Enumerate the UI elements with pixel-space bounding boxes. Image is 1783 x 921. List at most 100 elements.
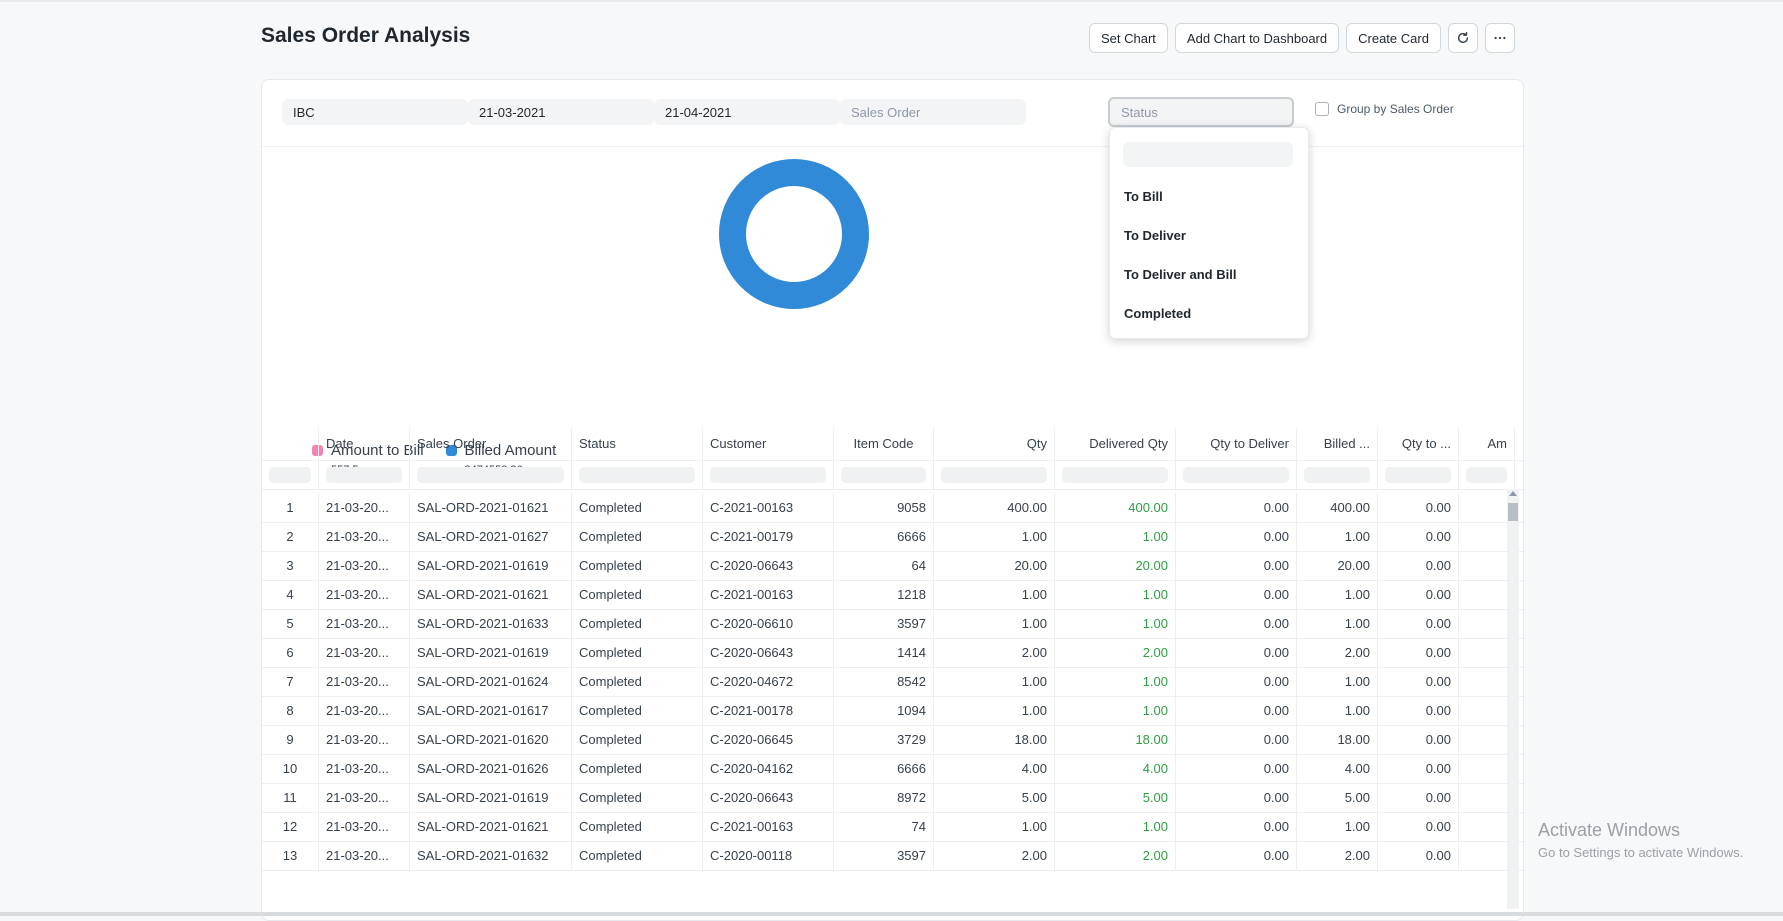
table-cell: 0.00 (1378, 812, 1459, 841)
row-index-cell: 1 (262, 493, 319, 522)
table-cell: SAL-ORD-2021-01619 (410, 783, 572, 812)
table-cell: C-2021-00163 (703, 493, 834, 522)
row-index-cell: 8 (262, 696, 319, 725)
table-cell: 2.00 (934, 638, 1055, 667)
table-cell: 0.00 (1176, 841, 1297, 870)
column-filter-input[interactable] (326, 466, 402, 483)
group-by-sales-order[interactable]: Group by Sales Order (1315, 102, 1454, 116)
column-filter-input[interactable] (841, 466, 926, 483)
table-cell: 21-03-20... (319, 696, 410, 725)
header-cell[interactable]: Qty to ... (1378, 427, 1459, 460)
table-vertical-scrollbar[interactable] (1507, 489, 1519, 909)
table-cell: Completed (572, 696, 703, 725)
to-date-filter[interactable]: 21-04-2021 (654, 99, 840, 125)
column-filter-input[interactable] (1385, 466, 1451, 483)
column-filter-input[interactable] (269, 466, 311, 483)
column-filter-input[interactable] (1183, 466, 1289, 483)
table-cell: 1.00 (934, 609, 1055, 638)
header-cell[interactable]: Item Code (834, 427, 934, 460)
column-filter-input[interactable] (941, 466, 1047, 483)
refresh-icon (1457, 31, 1469, 44)
table-row[interactable]: 1 21-03-20... SAL-ORD-2021-01621 Completed C… (262, 493, 1523, 523)
table-cell: 0.00 (1378, 609, 1459, 638)
column-filter-input[interactable] (1466, 466, 1507, 483)
table-cell: 1.00 (1297, 812, 1378, 841)
column-filter-input[interactable] (1062, 466, 1168, 483)
column-filter-cell (1055, 460, 1176, 489)
table-row[interactable]: 10 21-03-20... SAL-ORD-2021-01626 Completed… (262, 754, 1523, 784)
table-cell: 64 (834, 551, 934, 580)
header-cell[interactable]: Delivered Qty (1055, 427, 1176, 460)
header-cell[interactable]: Qty to Deliver (1176, 427, 1297, 460)
status-option-completed[interactable]: Completed (1124, 306, 1191, 321)
table-cell: 4.00 (1297, 754, 1378, 783)
scrollbar-thumb[interactable] (1508, 503, 1518, 521)
table-cell: 20.00 (1297, 551, 1378, 580)
table-cell: 1.00 (1297, 609, 1378, 638)
table-cell: 0.00 (1176, 725, 1297, 754)
status-option-to-bill[interactable]: To Bill (1124, 189, 1163, 204)
column-filter-input[interactable] (417, 466, 564, 483)
table-row[interactable]: 9 21-03-20... SAL-ORD-2021-01620 Completed C… (262, 725, 1523, 755)
table-cell: 2.00 (1297, 638, 1378, 667)
table-cell: Completed (572, 841, 703, 870)
table-row[interactable]: 7 21-03-20... SAL-ORD-2021-01624 Completed C… (262, 667, 1523, 697)
table-row[interactable]: 13 21-03-20... SAL-ORD-2021-01632 Completed… (262, 841, 1523, 871)
table-cell: 21-03-20... (319, 609, 410, 638)
donut-slice[interactable] (719, 159, 869, 309)
status-option-to-deliver[interactable]: To Deliver (1124, 228, 1186, 243)
row-index-cell: 5 (262, 609, 319, 638)
status-dropdown-search[interactable] (1123, 142, 1293, 167)
header-cell[interactable]: Customer (703, 427, 834, 460)
row-index-cell: 3 (262, 551, 319, 580)
table-row[interactable]: 8 21-03-20... SAL-ORD-2021-01617 Completed C… (262, 696, 1523, 726)
table-cell: SAL-ORD-2021-01633 (410, 609, 572, 638)
table-cell: 0.00 (1378, 493, 1459, 522)
status-option-to-deliver-and-bill[interactable]: To Deliver and Bill (1124, 267, 1236, 282)
sales-order-filter[interactable]: Sales Order (840, 99, 1026, 125)
set-chart-button[interactable]: Set Chart (1089, 23, 1168, 53)
column-filter-cell (1459, 460, 1515, 489)
table-cell: 1094 (834, 696, 934, 725)
header-cell[interactable]: Qty (934, 427, 1055, 460)
table-cell: 1.00 (1297, 522, 1378, 551)
table-row[interactable]: 11 21-03-20... SAL-ORD-2021-01619 Completed… (262, 783, 1523, 813)
create-card-button[interactable]: Create Card (1346, 23, 1441, 53)
add-chart-to-dashboard-button[interactable]: Add Chart to Dashboard (1174, 23, 1340, 53)
table-cell: 20.00 (934, 551, 1055, 580)
header-cell[interactable]: Date (319, 427, 410, 460)
refresh-button[interactable] (1447, 23, 1478, 53)
header-cell[interactable]: Sales Order (410, 427, 572, 460)
table-cell: 0.00 (1378, 551, 1459, 580)
table-cell: 21-03-20... (319, 841, 410, 870)
scroll-up-arrow-icon[interactable] (1509, 491, 1517, 496)
table-row[interactable]: 4 21-03-20... SAL-ORD-2021-01621 Completed C… (262, 580, 1523, 610)
table-row[interactable]: 3 21-03-20... SAL-ORD-2021-01619 Completed C… (262, 551, 1523, 581)
table-cell: 0.00 (1378, 754, 1459, 783)
table-cell: 0.00 (1176, 551, 1297, 580)
table-cell: SAL-ORD-2021-01624 (410, 667, 572, 696)
table-cell: 74 (834, 812, 934, 841)
table-cell: 2.00 (934, 841, 1055, 870)
table-row[interactable]: 12 21-03-20... SAL-ORD-2021-01621 Completed… (262, 812, 1523, 842)
table-cell: 1.00 (1055, 522, 1176, 551)
more-actions-button[interactable] (1484, 23, 1515, 53)
table-cell: 1.00 (934, 696, 1055, 725)
column-filter-input[interactable] (710, 466, 826, 483)
group-by-checkbox[interactable] (1315, 102, 1329, 116)
table-row[interactable]: 6 21-03-20... SAL-ORD-2021-01619 Completed C… (262, 638, 1523, 668)
column-filter-input[interactable] (579, 466, 695, 483)
table-cell: C-2020-06643 (703, 551, 834, 580)
table-cell: 0.00 (1176, 493, 1297, 522)
table-cell: SAL-ORD-2021-01617 (410, 696, 572, 725)
table-row[interactable]: 2 21-03-20... SAL-ORD-2021-01627 Completed C… (262, 522, 1523, 552)
header-cell[interactable]: Status (572, 427, 703, 460)
from-date-filter[interactable]: 21-03-2021 (468, 99, 654, 125)
header-cell[interactable]: Am (1459, 427, 1515, 460)
header-cell[interactable]: Billed ... (1297, 427, 1378, 460)
table-row[interactable]: 5 21-03-20... SAL-ORD-2021-01633 Completed C… (262, 609, 1523, 639)
company-filter[interactable]: IBC (282, 99, 468, 125)
column-filter-input[interactable] (1304, 466, 1370, 483)
table-cell: 1.00 (934, 812, 1055, 841)
status-filter[interactable]: Status (1108, 97, 1294, 127)
